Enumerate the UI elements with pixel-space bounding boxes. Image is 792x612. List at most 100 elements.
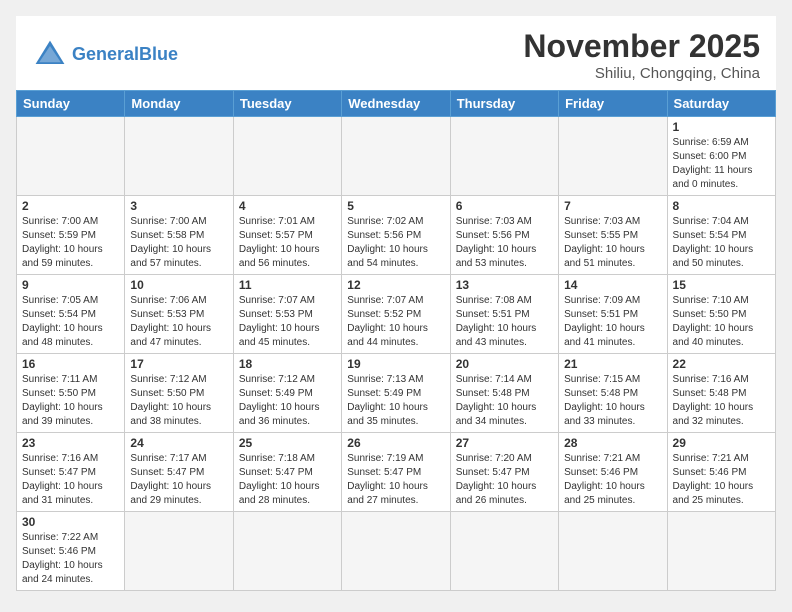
logo: GeneralBlue (32, 37, 178, 73)
month-title: November 2025 (523, 28, 760, 65)
day-info: Sunrise: 7:00 AM Sunset: 5:59 PM Dayligh… (22, 215, 119, 271)
calendar-day-cell: 24Sunrise: 7:17 AM Sunset: 5:47 PM Dayli… (125, 433, 233, 512)
calendar-day-cell: 7Sunrise: 7:03 AM Sunset: 5:55 PM Daylig… (559, 196, 667, 275)
calendar-day-cell (450, 512, 558, 591)
day-info: Sunrise: 7:12 AM Sunset: 5:49 PM Dayligh… (239, 373, 336, 429)
calendar-day-cell: 22Sunrise: 7:16 AM Sunset: 5:48 PM Dayli… (667, 354, 775, 433)
day-info: Sunrise: 7:17 AM Sunset: 5:47 PM Dayligh… (130, 452, 227, 508)
day-info: Sunrise: 7:22 AM Sunset: 5:46 PM Dayligh… (22, 531, 119, 587)
calendar-day-cell: 20 Sunrise: 7:14 AM Sunset: 5:48 PM Dayli… (450, 354, 558, 433)
calendar-day-cell: 14 Sunrise: 7:09 AM Sunset: 5:51 PM Dayli… (559, 275, 667, 354)
calendar-day-cell (342, 512, 450, 591)
day-number: 9 (22, 278, 119, 292)
logo-text: GeneralBlue (72, 45, 178, 65)
day-info: Sunrise: 7:06 AM Sunset: 5:53 PM Dayligh… (130, 294, 227, 350)
day-number: 1 (673, 120, 770, 134)
day-info: Sunrise: 7:03 AM Sunset: 5:55 PM Dayligh… (564, 215, 661, 271)
title-area: November 2025 Shiliu, Chongqing, China (523, 28, 760, 82)
calendar-day-cell: 1 Sunrise: 6:59 AM Sunset: 6:00 PM Daylig… (667, 117, 775, 196)
calendar-day-cell (233, 512, 341, 591)
calendar-day-cell: 8Sunrise: 7:04 AM Sunset: 5:54 PM Daylig… (667, 196, 775, 275)
day-number: 23 (22, 436, 119, 450)
day-info: Sunrise: 7:09 AM Sunset: 5:51 PM Dayligh… (564, 294, 661, 350)
day-number: 11 (239, 278, 336, 292)
calendar-day-cell: 19Sunrise: 7:13 AM Sunset: 5:49 PM Dayli… (342, 354, 450, 433)
calendar-day-cell (559, 512, 667, 591)
day-number: 21 (564, 357, 661, 371)
calendar-day-cell: 21 Sunrise: 7:15 AM Sunset: 5:48 PM Dayli… (559, 354, 667, 433)
day-info: Sunrise: 7:03 AM Sunset: 5:56 PM Dayligh… (456, 215, 553, 271)
weekday-header-monday: Monday (125, 91, 233, 117)
calendar-day-cell: 15 Sunrise: 7:10 AM Sunset: 5:50 PM Dayli… (667, 275, 775, 354)
calendar-page: GeneralBlue November 2025 Shiliu, Chongq… (16, 16, 776, 591)
weekday-header-tuesday: Tuesday (233, 91, 341, 117)
calendar-day-cell (667, 512, 775, 591)
day-info: Sunrise: 7:12 AM Sunset: 5:50 PM Dayligh… (130, 373, 227, 429)
calendar-day-cell: 18 Sunrise: 7:12 AM Sunset: 5:49 PM Dayli… (233, 354, 341, 433)
weekday-header-wednesday: Wednesday (342, 91, 450, 117)
day-number: 3 (130, 199, 227, 213)
day-info: Sunrise: 7:10 AM Sunset: 5:50 PM Dayligh… (673, 294, 770, 350)
day-info: Sunrise: 7:02 AM Sunset: 5:56 PM Dayligh… (347, 215, 444, 271)
logo-general: General (72, 44, 139, 64)
calendar-day-cell (342, 117, 450, 196)
weekday-header-friday: Friday (559, 91, 667, 117)
day-info: Sunrise: 7:14 AM Sunset: 5:48 PM Dayligh… (456, 373, 553, 429)
calendar-day-cell: 6Sunrise: 7:03 AM Sunset: 5:56 PM Daylig… (450, 196, 558, 275)
location: Shiliu, Chongqing, China (523, 65, 760, 82)
calendar-week-row: 16Sunrise: 7:11 AM Sunset: 5:50 PM Dayli… (17, 354, 776, 433)
calendar-week-row: 9 Sunrise: 7:05 AM Sunset: 5:54 PM Daylig… (17, 275, 776, 354)
calendar-week-row: 23 Sunrise: 7:16 AM Sunset: 5:47 PM Dayli… (17, 433, 776, 512)
calendar-week-row: 2 Sunrise: 7:00 AM Sunset: 5:59 PM Daylig… (17, 196, 776, 275)
logo-blue: Blue (139, 44, 178, 64)
calendar-day-cell: 26Sunrise: 7:19 AM Sunset: 5:47 PM Dayli… (342, 433, 450, 512)
day-info: Sunrise: 7:08 AM Sunset: 5:51 PM Dayligh… (456, 294, 553, 350)
calendar-day-cell (233, 117, 341, 196)
day-number: 25 (239, 436, 336, 450)
weekday-header-row: SundayMondayTuesdayWednesdayThursdayFrid… (17, 91, 776, 117)
weekday-header-sunday: Sunday (17, 91, 125, 117)
calendar-day-cell (17, 117, 125, 196)
day-info: Sunrise: 7:21 AM Sunset: 5:46 PM Dayligh… (673, 452, 770, 508)
page-header: GeneralBlue November 2025 Shiliu, Chongq… (16, 16, 776, 90)
day-number: 10 (130, 278, 227, 292)
calendar-day-cell (125, 512, 233, 591)
calendar-day-cell: 27 Sunrise: 7:20 AM Sunset: 5:47 PM Dayli… (450, 433, 558, 512)
day-number: 28 (564, 436, 661, 450)
day-info: Sunrise: 7:05 AM Sunset: 5:54 PM Dayligh… (22, 294, 119, 350)
day-number: 27 (456, 436, 553, 450)
day-number: 12 (347, 278, 444, 292)
calendar-day-cell: 4Sunrise: 7:01 AM Sunset: 5:57 PM Daylig… (233, 196, 341, 275)
calendar-day-cell: 17Sunrise: 7:12 AM Sunset: 5:50 PM Dayli… (125, 354, 233, 433)
day-info: Sunrise: 7:21 AM Sunset: 5:46 PM Dayligh… (564, 452, 661, 508)
day-info: Sunrise: 7:15 AM Sunset: 5:48 PM Dayligh… (564, 373, 661, 429)
day-info: Sunrise: 7:07 AM Sunset: 5:52 PM Dayligh… (347, 294, 444, 350)
day-number: 15 (673, 278, 770, 292)
calendar-week-row: 30 Sunrise: 7:22 AM Sunset: 5:46 PM Dayli… (17, 512, 776, 591)
day-info: Sunrise: 7:16 AM Sunset: 5:47 PM Dayligh… (22, 452, 119, 508)
calendar-table: SundayMondayTuesdayWednesdayThursdayFrid… (16, 90, 776, 591)
day-number: 5 (347, 199, 444, 213)
day-number: 16 (22, 357, 119, 371)
calendar-day-cell: 30 Sunrise: 7:22 AM Sunset: 5:46 PM Dayli… (17, 512, 125, 591)
calendar-day-cell (125, 117, 233, 196)
day-info: Sunrise: 7:20 AM Sunset: 5:47 PM Dayligh… (456, 452, 553, 508)
day-number: 29 (673, 436, 770, 450)
day-info: Sunrise: 7:13 AM Sunset: 5:49 PM Dayligh… (347, 373, 444, 429)
day-info: Sunrise: 6:59 AM Sunset: 6:00 PM Dayligh… (673, 136, 770, 192)
calendar-day-cell: 3Sunrise: 7:00 AM Sunset: 5:58 PM Daylig… (125, 196, 233, 275)
calendar-day-cell: 9 Sunrise: 7:05 AM Sunset: 5:54 PM Daylig… (17, 275, 125, 354)
day-number: 30 (22, 515, 119, 529)
calendar-day-cell: 2 Sunrise: 7:00 AM Sunset: 5:59 PM Daylig… (17, 196, 125, 275)
calendar-day-cell (450, 117, 558, 196)
calendar-day-cell: 28 Sunrise: 7:21 AM Sunset: 5:46 PM Dayli… (559, 433, 667, 512)
day-number: 14 (564, 278, 661, 292)
day-number: 18 (239, 357, 336, 371)
calendar-day-cell: 25Sunrise: 7:18 AM Sunset: 5:47 PM Dayli… (233, 433, 341, 512)
logo-icon (32, 37, 68, 73)
calendar-day-cell: 16Sunrise: 7:11 AM Sunset: 5:50 PM Dayli… (17, 354, 125, 433)
day-number: 20 (456, 357, 553, 371)
day-info: Sunrise: 7:04 AM Sunset: 5:54 PM Dayligh… (673, 215, 770, 271)
day-number: 2 (22, 199, 119, 213)
day-info: Sunrise: 7:16 AM Sunset: 5:48 PM Dayligh… (673, 373, 770, 429)
